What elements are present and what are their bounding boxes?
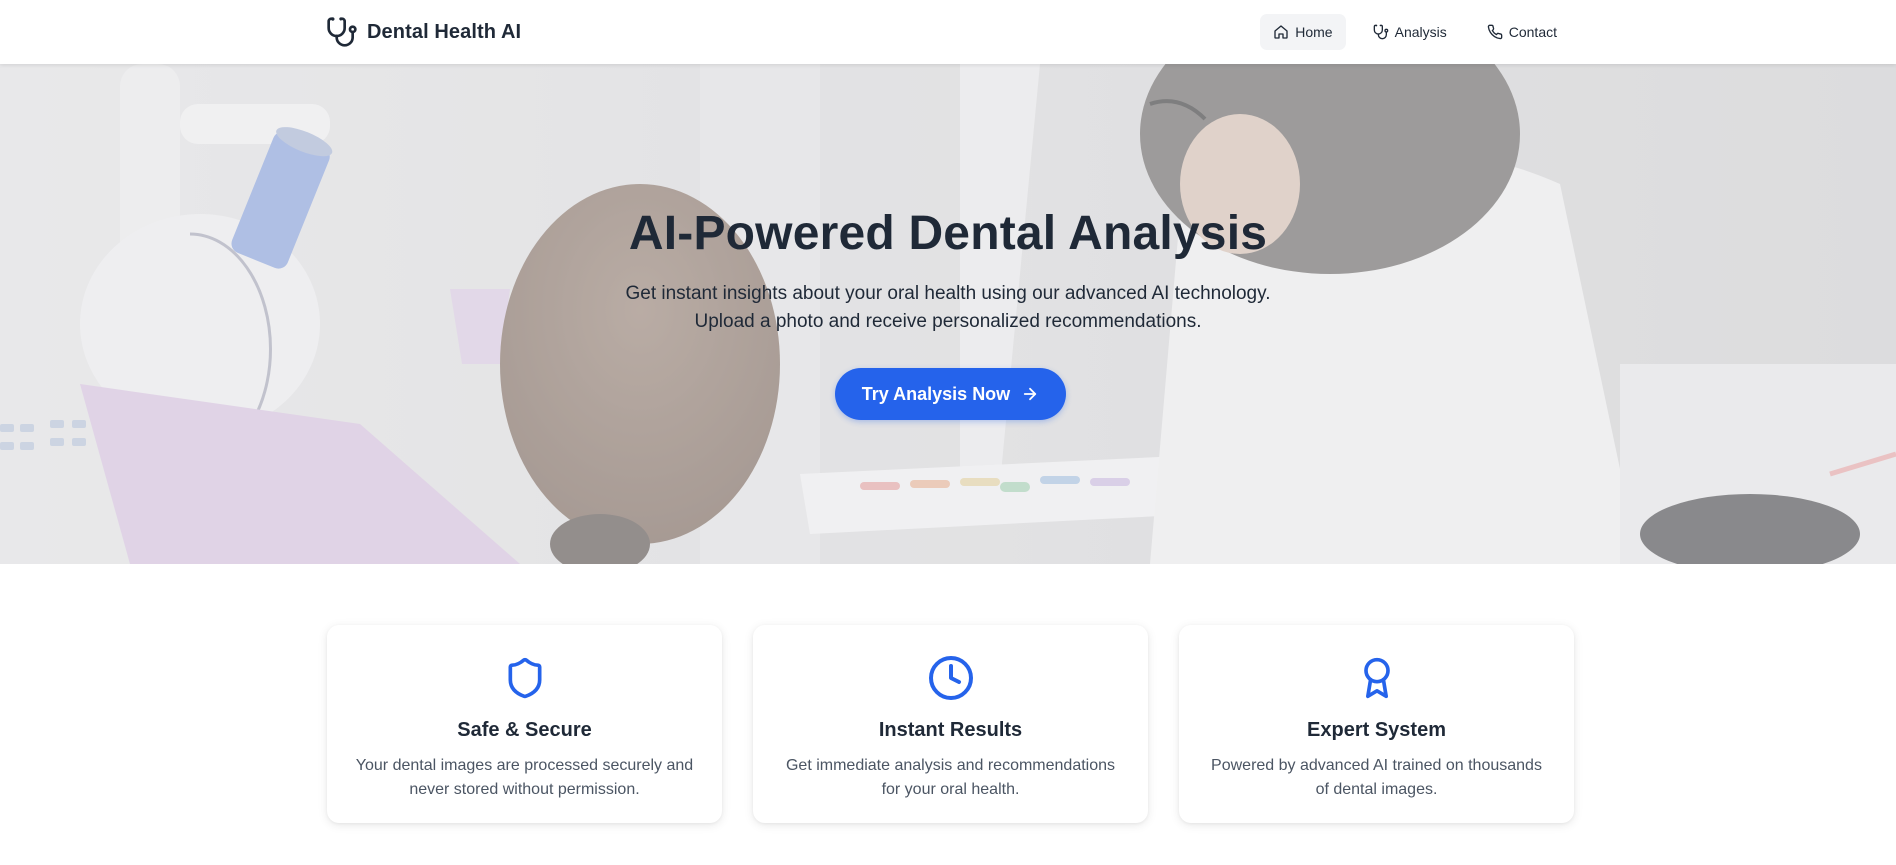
feature-title: Instant Results (878, 719, 1023, 741)
arrow-right-icon (1021, 385, 1039, 403)
try-analysis-button[interactable]: Try Analysis Now (835, 368, 1066, 420)
award-icon (1353, 654, 1401, 702)
hero-section: AI-Powered Dental Analysis Get instant i… (0, 64, 1896, 564)
feature-card-expert-system: Expert System Powered by advanced AI tra… (1179, 625, 1574, 823)
feature-card-instant-results: Instant Results Get immediate analysis a… (753, 625, 1148, 823)
nav-item-label: Analysis (1394, 24, 1447, 40)
hero-subtitle: Get instant insights about your oral hea… (625, 283, 1271, 332)
feature-card-safe-secure: Safe & Secure Your dental images are pro… (327, 625, 722, 823)
nav-item-home[interactable]: Home (1260, 14, 1346, 50)
hero-title: AI-Powered Dental Analysis (628, 207, 1268, 260)
main-nav: Home Analysis Contact (1260, 14, 1570, 50)
feature-title: Safe & Secure (457, 719, 592, 741)
nav-item-label: Contact (1508, 24, 1557, 40)
clock-icon (927, 654, 975, 702)
features-section: Safe & Secure Your dental images are pro… (327, 625, 1575, 823)
feature-description: Your dental images are processed securel… (355, 757, 694, 798)
brand-name: Dental Health AI (367, 20, 522, 43)
stethoscope-icon (1373, 24, 1389, 40)
try-analysis-label: Try Analysis Now (861, 383, 1011, 404)
home-icon (1273, 24, 1289, 40)
shield-icon (501, 654, 549, 702)
nav-item-contact[interactable]: Contact (1474, 14, 1570, 50)
feature-description: Get immediate analysis and recommendatio… (785, 757, 1116, 798)
nav-item-label: Home (1295, 24, 1333, 40)
brand-logo[interactable]: Dental Health AI (326, 14, 521, 50)
stethoscope-icon (326, 15, 358, 49)
feature-description: Powered by advanced AI trained on thousa… (1211, 757, 1542, 798)
phone-icon (1487, 24, 1503, 40)
nav-item-analysis[interactable]: Analysis (1360, 14, 1460, 50)
feature-title: Expert System (1307, 719, 1446, 741)
site-header: Dental Health AI Home Analysis Contact (0, 0, 1896, 64)
